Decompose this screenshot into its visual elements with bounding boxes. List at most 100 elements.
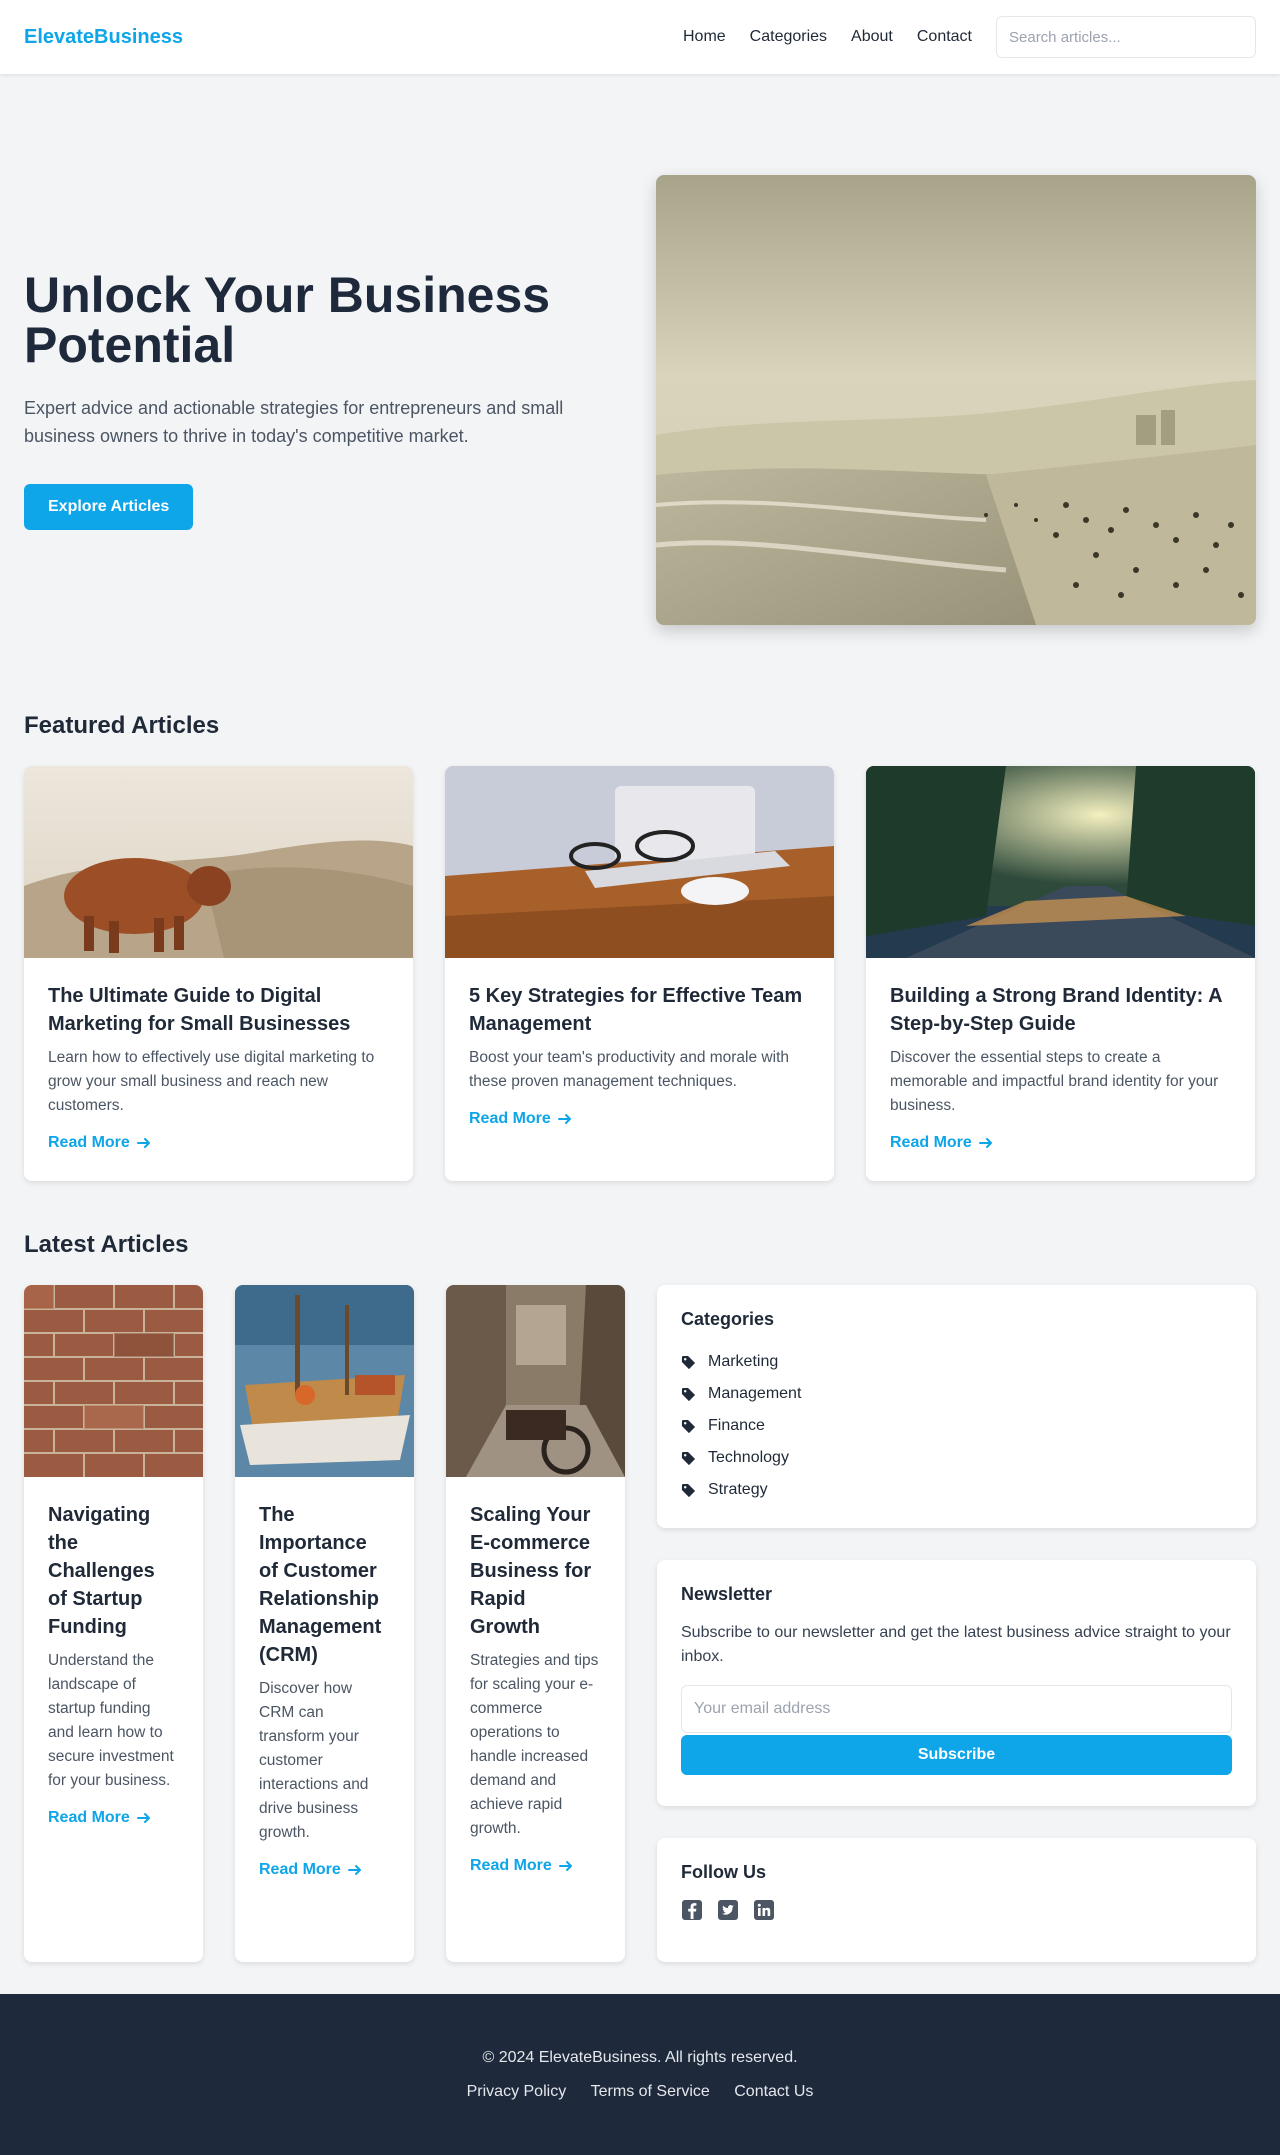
main-nav: Home Categories About Contact [659, 16, 1256, 58]
card-title: The Importance of Customer Relationship … [259, 1504, 382, 1666]
featured-section: Featured Articles The Ultimate Guide to … [0, 662, 1280, 1181]
read-more-link[interactable]: Read More [469, 1110, 573, 1128]
card-image [446, 1285, 625, 1477]
read-more-link[interactable]: Read More [470, 1857, 574, 1875]
card-title: Building a Strong Brand Identity: A Step… [890, 985, 1222, 1035]
tag-icon [681, 1419, 696, 1434]
read-more-label: Read More [48, 1809, 130, 1826]
twitter-icon[interactable] [717, 1899, 739, 1921]
hero-subtitle: Expert advice and actionable strategies … [24, 398, 564, 446]
arrow-right-icon [136, 1810, 152, 1826]
nav-categories[interactable]: Categories [750, 28, 827, 46]
subscribe-button[interactable]: Subscribe [681, 1735, 1232, 1775]
latest-card: Navigating the Challenges of Startup Fun… [24, 1285, 203, 1962]
category-item-technology[interactable]: Technology [681, 1442, 1232, 1474]
card-description: Boost your team's productivity and moral… [469, 1049, 789, 1090]
arrow-right-icon [978, 1135, 994, 1151]
newsletter-widget: Newsletter Subscribe to our newsletter a… [657, 1560, 1256, 1806]
arrow-right-icon [347, 1862, 363, 1878]
latest-title: Latest Articles [24, 1231, 189, 1258]
site-header: ElevateBusiness Home Categories About Co… [0, 0, 1280, 74]
featured-card: The Ultimate Guide to Digital Marketing … [24, 766, 413, 1181]
arrow-right-icon [557, 1111, 573, 1127]
read-more-link[interactable]: Read More [48, 1134, 152, 1152]
category-label: Marketing [708, 1353, 779, 1370]
nav-about[interactable]: About [851, 28, 893, 46]
featured-card: 5 Key Strategies for Effective Team Mana… [445, 766, 834, 1181]
category-item-marketing[interactable]: Marketing [681, 1346, 1232, 1378]
card-image [866, 766, 1255, 958]
featured-card: Building a Strong Brand Identity: A Step… [866, 766, 1255, 1181]
featured-grid: The Ultimate Guide to Digital Marketing … [0, 740, 1280, 1181]
category-item-strategy[interactable]: Strategy [681, 1474, 1232, 1506]
email-field[interactable] [681, 1685, 1232, 1733]
card-image [235, 1285, 414, 1477]
read-more-label: Read More [469, 1110, 551, 1127]
card-body: The Importance of Customer Relationship … [235, 1477, 414, 1903]
read-more-label: Read More [470, 1857, 552, 1874]
read-more-link[interactable]: Read More [48, 1809, 152, 1827]
read-more-link[interactable]: Read More [259, 1861, 363, 1879]
card-title: Scaling Your E-commerce Business for Rap… [470, 1504, 592, 1638]
category-label: Strategy [708, 1481, 768, 1498]
search-input[interactable] [996, 16, 1256, 58]
terms-of-service-link[interactable]: Terms of Service [591, 2083, 710, 2100]
card-body: Building a Strong Brand Identity: A Step… [866, 958, 1255, 1176]
card-title: The Ultimate Guide to Digital Marketing … [48, 985, 351, 1035]
nav-home[interactable]: Home [683, 28, 726, 46]
categories-title: Categories [681, 1309, 775, 1329]
follow-widget: Follow Us [657, 1838, 1256, 1962]
tag-icon [681, 1355, 696, 1370]
read-more-label: Read More [259, 1861, 341, 1878]
card-body: 5 Key Strategies for Effective Team Mana… [445, 958, 834, 1152]
card-description: Discover the essential steps to create a… [890, 1049, 1219, 1114]
category-item-finance[interactable]: Finance [681, 1410, 1232, 1442]
card-image [24, 766, 413, 958]
card-body: Scaling Your E-commerce Business for Rap… [446, 1477, 625, 1899]
category-item-management[interactable]: Management [681, 1378, 1232, 1410]
card-description: Strategies and tips for scaling your e-c… [470, 1652, 599, 1837]
read-more-label: Read More [890, 1134, 972, 1151]
brand-logo[interactable]: ElevateBusiness [24, 26, 183, 49]
social-links [681, 1899, 1232, 1921]
footer-links: Privacy Policy Terms of Service Contact … [457, 2083, 824, 2101]
card-description: Discover how CRM can transform your cust… [259, 1680, 369, 1841]
card-description: Understand the landscape of startup fund… [48, 1652, 174, 1789]
privacy-policy-link[interactable]: Privacy Policy [467, 2083, 567, 2100]
category-label: Technology [708, 1449, 789, 1466]
latest-card: Scaling Your E-commerce Business for Rap… [446, 1285, 625, 1962]
hero-text: Unlock Your Business Potential Expert ad… [24, 270, 644, 530]
latest-wrap: Navigating the Challenges of Startup Fun… [0, 1259, 1280, 1962]
category-label: Management [708, 1385, 802, 1402]
newsletter-text: Subscribe to our newsletter and get the … [681, 1624, 1231, 1665]
card-description: Learn how to effectively use digital mar… [48, 1049, 375, 1114]
nav-contact[interactable]: Contact [917, 28, 972, 46]
hero-title: Unlock Your Business Potential [24, 267, 551, 373]
newsletter-title: Newsletter [681, 1584, 773, 1604]
category-label: Finance [708, 1417, 765, 1434]
read-more-link[interactable]: Read More [890, 1134, 994, 1152]
card-body: Navigating the Challenges of Startup Fun… [24, 1477, 203, 1851]
hero-section: Unlock Your Business Potential Expert ad… [0, 74, 1280, 662]
card-title: Navigating the Challenges of Startup Fun… [48, 1504, 155, 1638]
site-footer: © 2024 ElevateBusiness. All rights reser… [0, 1994, 1280, 2155]
latest-card: The Importance of Customer Relationship … [235, 1285, 414, 1962]
explore-articles-button[interactable]: Explore Articles [24, 484, 194, 530]
copyright-text: © 2024 ElevateBusiness. All rights reser… [482, 2048, 798, 2066]
arrow-right-icon [136, 1135, 152, 1151]
read-more-label: Read More [48, 1134, 130, 1151]
facebook-icon[interactable] [681, 1899, 703, 1921]
hero-image [656, 175, 1256, 625]
card-title: 5 Key Strategies for Effective Team Mana… [469, 985, 803, 1035]
card-body: The Ultimate Guide to Digital Marketing … [24, 958, 413, 1176]
featured-title: Featured Articles [24, 712, 220, 739]
categories-widget: Categories Marketing Management Finance … [657, 1285, 1256, 1528]
linkedin-icon[interactable] [753, 1899, 775, 1921]
sidebar: Categories Marketing Management Finance … [657, 1285, 1256, 1962]
category-list: Marketing Management Finance Technology … [681, 1346, 1232, 1506]
card-image [445, 766, 834, 958]
contact-us-link[interactable]: Contact Us [734, 2083, 813, 2100]
arrow-right-icon [558, 1858, 574, 1874]
latest-grid: Navigating the Challenges of Startup Fun… [24, 1285, 625, 1962]
tag-icon [681, 1483, 696, 1498]
